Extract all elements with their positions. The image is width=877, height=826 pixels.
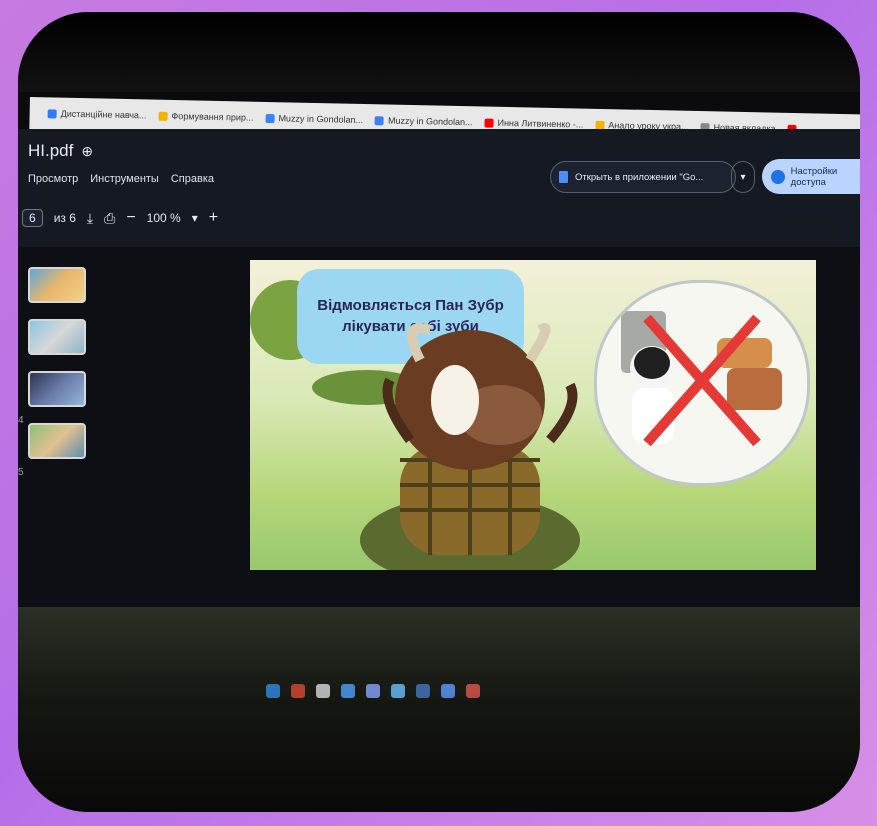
thought-bubble	[594, 280, 810, 486]
download-icon[interactable]: ⤓	[87, 210, 93, 227]
tab-favicon	[484, 118, 494, 128]
tab-favicon	[265, 113, 275, 123]
page-number-label: 5	[18, 467, 24, 478]
pdf-viewer-area: 4 5 Відмовляється Пан Зубр лікувати собі…	[18, 247, 860, 779]
tab-favicon	[374, 115, 385, 125]
browser-tab[interactable]: Muzzy in Gondolan...	[265, 113, 363, 125]
page-thumbnail[interactable]	[28, 423, 86, 459]
zoom-level[interactable]: 100 %	[147, 211, 181, 225]
open-in-app-button[interactable]: Открыть в приложении "Go...	[550, 161, 736, 193]
menu-item-tools[interactable]: Инструменты	[90, 173, 159, 185]
zoom-out-icon[interactable]: −	[126, 209, 135, 227]
browser-icon[interactable]	[441, 684, 455, 698]
page-thumbnail[interactable]	[28, 371, 86, 407]
print-icon[interactable]: ⎙	[104, 210, 115, 227]
page-thumbnail[interactable]	[28, 319, 86, 355]
screen-reflection	[18, 607, 860, 812]
menu-bar: Просмотр Инструменты Справка	[28, 173, 214, 185]
bison-illustration	[360, 323, 580, 570]
teams-icon[interactable]	[366, 684, 380, 698]
dark-top-area	[18, 12, 860, 92]
browser-tab[interactable]: Дистанційне навча...	[47, 108, 147, 120]
file-explorer-icon[interactable]	[291, 684, 305, 698]
browser-tab[interactable]: Инна Литвиненко -...	[484, 118, 583, 130]
windows-start-icon[interactable]	[266, 684, 280, 698]
store-icon[interactable]	[391, 684, 405, 698]
share-user-icon[interactable]: ⊕	[81, 143, 93, 160]
page-number-label: 4	[18, 415, 24, 426]
share-settings-button[interactable]: Настройки доступа	[762, 159, 860, 194]
taskbar	[266, 684, 480, 698]
document-icon	[559, 171, 568, 183]
zoom-in-icon[interactable]: +	[209, 209, 218, 227]
slide-page: Відмовляється Пан Зубр лікувати собі зуб…	[250, 260, 816, 570]
chrome-icon[interactable]	[341, 684, 355, 698]
page-total-label: из 6	[53, 211, 76, 225]
zoom-dropdown-icon[interactable]: ▾	[192, 211, 198, 225]
photo-frame: Дистанційне навча... Формування прир... …	[18, 12, 860, 812]
page-number-input[interactable]: 6	[22, 209, 43, 227]
menu-item-view[interactable]: Просмотр	[28, 173, 78, 185]
file-title: HI.pdf ⊕	[28, 141, 93, 161]
menu-item-help[interactable]: Справка	[171, 173, 214, 185]
word-icon[interactable]	[416, 684, 430, 698]
calculator-icon[interactable]	[316, 684, 330, 698]
browser-tab[interactable]: Формування прир...	[158, 111, 254, 123]
tab-favicon	[47, 108, 57, 119]
pdf-app-bar: HI.pdf ⊕ Просмотр Инструменты Справка От…	[18, 129, 860, 247]
browser-tab[interactable]: Muzzy in Gondolan...	[374, 115, 473, 127]
page-thumbnail[interactable]	[28, 267, 86, 303]
pdf-toolbar: 6 из 6 ⤓ ⎙ − 100 % ▾ +	[22, 209, 218, 227]
open-in-app-dropdown-icon[interactable]: ▾	[731, 161, 755, 193]
file-name: HI.pdf	[28, 141, 74, 160]
tab-favicon	[158, 111, 168, 121]
dentist-scene-illustration	[621, 311, 782, 447]
pdf-icon[interactable]	[466, 684, 480, 698]
globe-icon	[771, 169, 785, 184]
